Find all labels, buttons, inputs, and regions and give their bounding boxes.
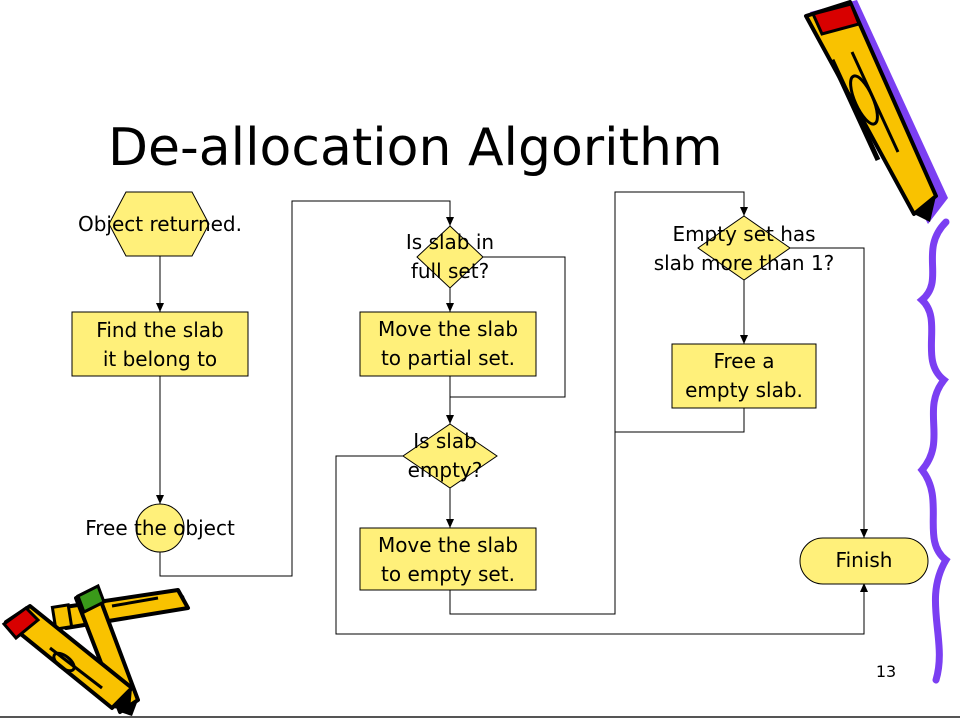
move-empty-line2: to empty set. bbox=[381, 562, 515, 586]
find-slab-line2: it belong to bbox=[102, 347, 218, 371]
free-object-label: Free the object bbox=[85, 516, 235, 540]
is-empty-line1: Is slab bbox=[413, 429, 477, 453]
pencils-bottom-left-icon bbox=[1, 583, 190, 716]
free-empty-line1: Free a bbox=[713, 349, 775, 373]
page-number: 13 bbox=[875, 662, 897, 681]
connector-freeempty-loop bbox=[615, 408, 745, 433]
page-title: De-allocation Algorithm bbox=[108, 118, 723, 178]
find-slab-line1: Find the slab bbox=[96, 318, 224, 342]
move-partial-line2: to partial set. bbox=[380, 346, 516, 370]
is-full-line1: Is slab in bbox=[405, 230, 495, 254]
move-empty-line1: Move the slab bbox=[377, 533, 519, 557]
footer-divider bbox=[0, 716, 960, 718]
squiggle-right-edge-icon bbox=[916, 218, 951, 684]
free-empty-line2: empty slab. bbox=[685, 378, 803, 402]
start-label: Object returned. bbox=[77, 212, 242, 236]
move-partial-line1: Move the slab bbox=[377, 317, 519, 341]
empty-set-check-line1: Empty set has bbox=[672, 222, 816, 246]
finish-label: Finish bbox=[835, 548, 893, 572]
is-full-line2: full set? bbox=[410, 259, 490, 283]
slide: De-allocation Algorithm Object returned.… bbox=[0, 0, 960, 720]
empty-set-check-line2: slab more than 1? bbox=[653, 251, 835, 275]
is-empty-line2: empty? bbox=[407, 458, 483, 482]
pencil-top-right-icon bbox=[804, 0, 948, 224]
